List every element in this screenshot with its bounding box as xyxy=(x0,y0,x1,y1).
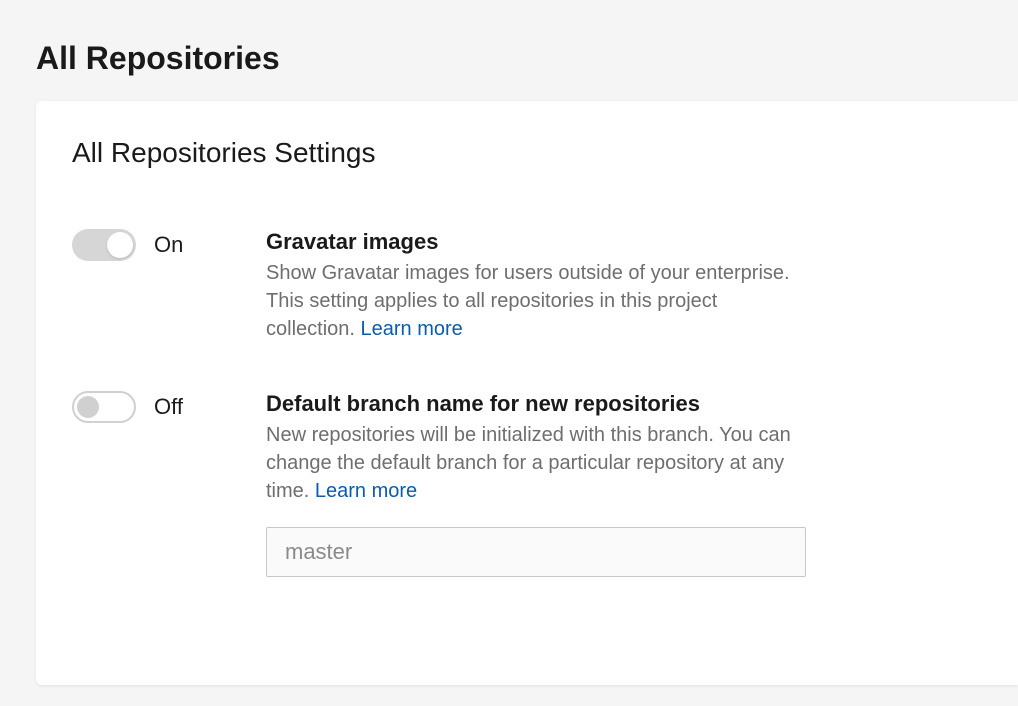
gravatar-desc-text: Show Gravatar images for users outside o… xyxy=(266,262,790,340)
default-branch-input[interactable] xyxy=(266,527,806,577)
gravatar-title: Gravatar images xyxy=(266,229,806,255)
toggle-knob xyxy=(107,232,133,258)
setting-content: Gravatar images Show Gravatar images for… xyxy=(266,229,806,343)
gravatar-desc: Show Gravatar images for users outside o… xyxy=(266,259,806,343)
card-title: All Repositories Settings xyxy=(72,137,982,169)
settings-card: All Repositories Settings On Gravatar im… xyxy=(36,101,1018,685)
page-title: All Repositories xyxy=(0,0,1018,101)
default-branch-desc: New repositories will be initialized wit… xyxy=(266,421,806,505)
toggle-column: Off xyxy=(72,391,242,423)
setting-row-gravatar: On Gravatar images Show Gravatar images … xyxy=(72,229,982,343)
setting-row-default-branch: Off Default branch name for new reposito… xyxy=(72,391,982,577)
default-branch-learn-more-link[interactable]: Learn more xyxy=(315,480,417,502)
default-branch-title: Default branch name for new repositories xyxy=(266,391,806,417)
toggle-column: On xyxy=(72,229,242,261)
default-branch-toggle-label: Off xyxy=(154,394,183,420)
toggle-knob xyxy=(77,396,99,418)
setting-content: Default branch name for new repositories… xyxy=(266,391,806,577)
gravatar-toggle-label: On xyxy=(154,232,183,258)
gravatar-toggle[interactable] xyxy=(72,229,136,261)
default-branch-toggle[interactable] xyxy=(72,391,136,423)
gravatar-learn-more-link[interactable]: Learn more xyxy=(361,318,463,340)
